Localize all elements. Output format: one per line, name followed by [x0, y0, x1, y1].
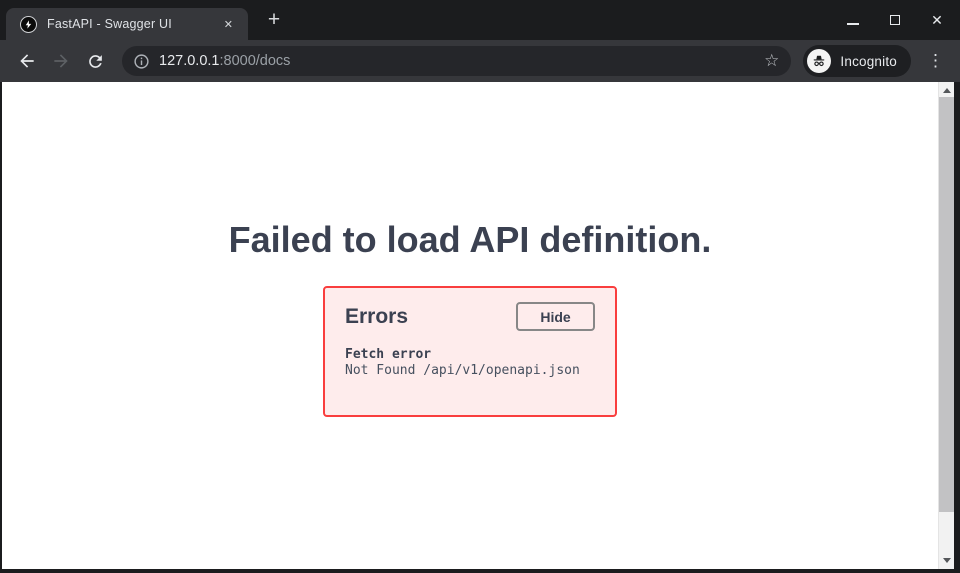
url-text[interactable]: 127.0.0.1:8000/docs: [159, 53, 290, 69]
maximize-button[interactable]: [886, 11, 904, 29]
scrollbar-down-arrow[interactable]: [943, 558, 951, 563]
incognito-label: Incognito: [840, 54, 897, 69]
tab-fastapi-swagger[interactable]: FastAPI - Swagger UI ✕: [6, 8, 248, 40]
tab-title: FastAPI - Swagger UI: [47, 17, 219, 31]
scrollbar-thumb[interactable]: [939, 97, 954, 512]
page-title: Failed to load API definition.: [2, 222, 938, 258]
swagger-page: Failed to load API definition. Errors Hi…: [2, 82, 938, 569]
browser-toolbar: 127.0.0.1:8000/docs ☆ Incognito ⋮: [0, 40, 960, 82]
address-bar[interactable]: 127.0.0.1:8000/docs ☆: [122, 46, 791, 76]
scrollbar-up-arrow[interactable]: [943, 88, 951, 93]
tab-strip: FastAPI - Swagger UI ✕ + ✕: [0, 0, 960, 40]
back-button[interactable]: [14, 48, 40, 74]
url-host: 127.0.0.1: [159, 53, 219, 69]
page-info-icon[interactable]: [133, 53, 150, 70]
errors-heading: Errors: [345, 305, 408, 329]
error-message: Not Found /api/v1/openapi.json: [345, 363, 595, 379]
bookmark-star-icon[interactable]: ☆: [764, 51, 779, 71]
content-area: Failed to load API definition. Errors Hi…: [0, 82, 960, 569]
back-icon: [17, 51, 37, 71]
forward-button[interactable]: [48, 48, 74, 74]
hide-errors-button[interactable]: Hide: [516, 302, 595, 331]
tab-close-icon[interactable]: ✕: [219, 16, 238, 33]
maximize-icon: [890, 15, 900, 25]
forward-icon: [51, 51, 71, 71]
fastapi-favicon-icon: [20, 16, 37, 33]
incognito-badge[interactable]: Incognito: [803, 45, 911, 77]
new-tab-button[interactable]: +: [260, 6, 288, 34]
reload-icon: [86, 52, 105, 71]
close-window-button[interactable]: ✕: [928, 11, 946, 29]
reload-button[interactable]: [82, 48, 108, 74]
minimize-icon: [847, 23, 859, 25]
browser-window: FastAPI - Swagger UI ✕ + ✕ 127.0.0.1:800…: [0, 0, 960, 573]
errors-header: Errors Hide: [345, 302, 595, 331]
vertical-scrollbar[interactable]: [938, 82, 954, 569]
url-path: :8000/docs: [219, 53, 290, 69]
incognito-icon: [807, 49, 831, 73]
minimize-button[interactable]: [844, 11, 862, 29]
browser-menu-icon[interactable]: ⋮: [923, 51, 948, 71]
window-controls: ✕: [844, 0, 946, 40]
errors-panel: Errors Hide Fetch error Not Found /api/v…: [323, 286, 617, 417]
close-window-icon: ✕: [931, 13, 943, 27]
error-item: Fetch error Not Found /api/v1/openapi.js…: [345, 347, 595, 379]
error-title: Fetch error: [345, 347, 595, 363]
